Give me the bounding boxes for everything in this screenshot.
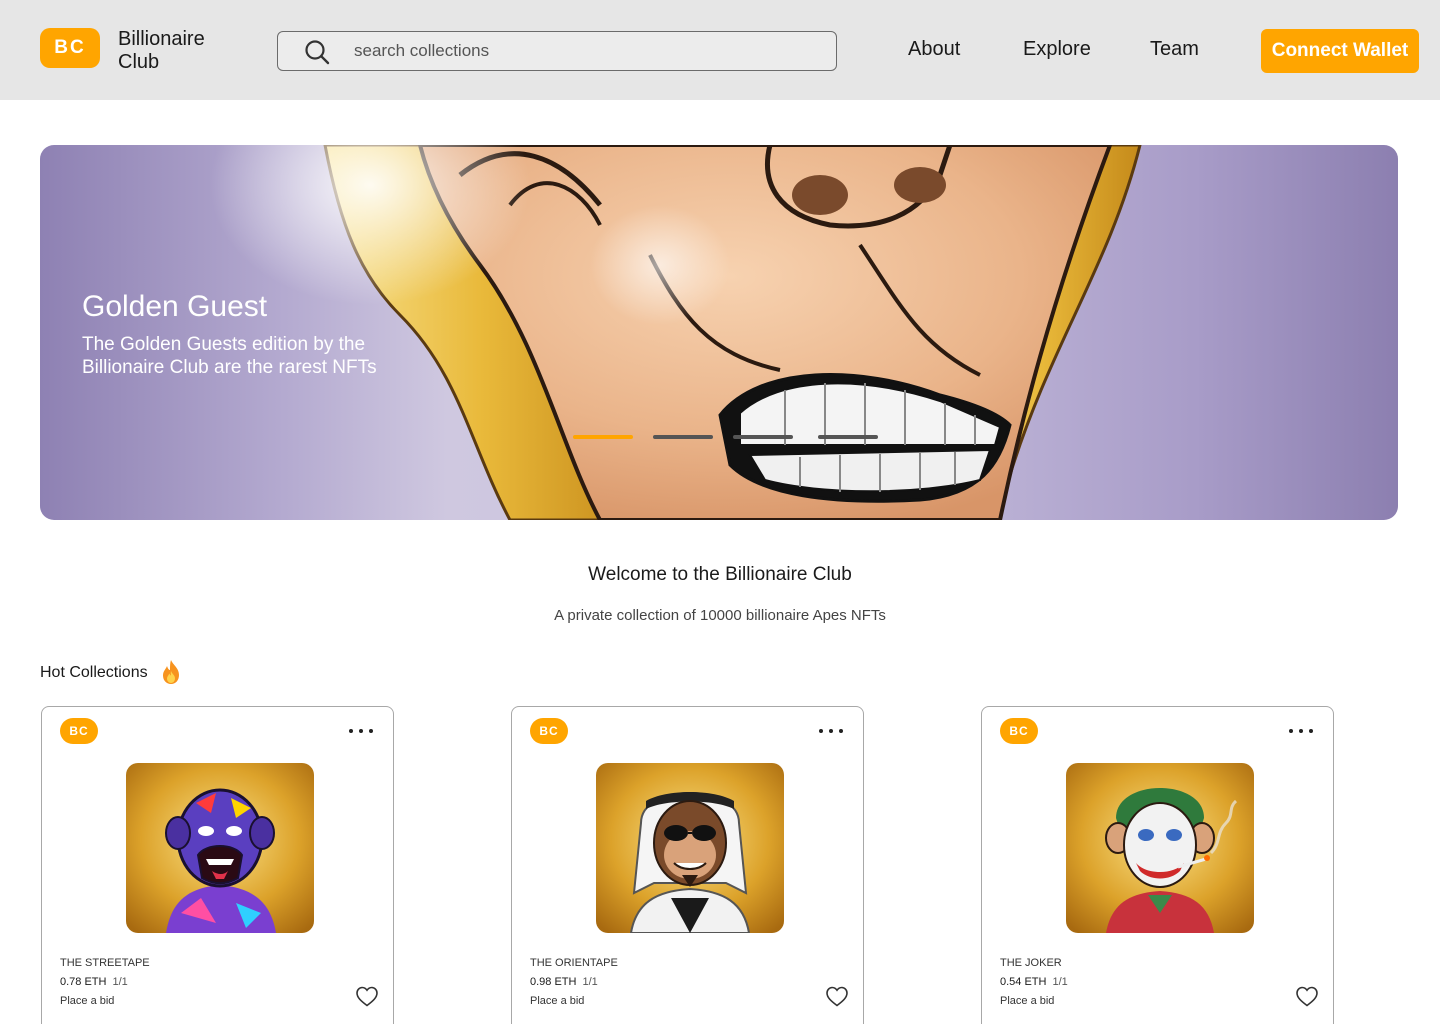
card-badge: BC — [1000, 718, 1038, 744]
card-edition: 1/1 — [1052, 976, 1068, 988]
card-price-row: 0.54 ETH 1/1 — [1000, 976, 1068, 988]
search-icon — [305, 40, 330, 65]
card-edition: 1/1 — [112, 976, 128, 988]
card-badge: BC — [530, 718, 568, 744]
card-price: 0.98 ETH — [530, 976, 577, 988]
carousel-dot-3[interactable] — [733, 435, 793, 439]
more-options-icon[interactable] — [819, 721, 843, 741]
brand-logo[interactable]: BC — [40, 28, 100, 68]
more-options-icon[interactable] — [349, 721, 373, 741]
nft-card[interactable]: BC THE ORIENTAPE 0.98 ETH 1/1 Place a bid — [511, 706, 864, 1024]
nav-team[interactable]: Team — [1150, 38, 1199, 61]
carousel-dot-4[interactable] — [818, 435, 878, 439]
nav-about[interactable]: About — [908, 38, 960, 61]
card-edition: 1/1 — [582, 976, 598, 988]
card-badge: BC — [60, 718, 98, 744]
more-options-icon[interactable] — [1289, 721, 1313, 741]
card-title: THE STREETAPE — [60, 957, 150, 969]
welcome-title: Welcome to the Billionaire Club — [588, 564, 852, 585]
card-title: THE JOKER — [1000, 957, 1062, 969]
heart-icon[interactable] — [1295, 985, 1319, 1007]
card-price: 0.54 ETH — [1000, 976, 1047, 988]
nav-explore[interactable]: Explore — [1023, 38, 1091, 61]
search-input[interactable] — [354, 32, 814, 70]
nft-image-orientape — [596, 763, 784, 933]
fire-icon — [163, 660, 179, 684]
hero-subtitle: The Golden Guests edition by the Billion… — [82, 334, 377, 378]
nft-card[interactable]: BC THE STREETAPE 0.78 ETH 1/1 Place a bid — [41, 706, 394, 1024]
connect-wallet-button[interactable]: Connect Wallet — [1261, 29, 1419, 73]
card-price-row: 0.78 ETH 1/1 — [60, 976, 128, 988]
brand-name: Billionaire Club — [118, 28, 205, 73]
search-bar[interactable] — [277, 31, 837, 71]
nft-image-streetape — [126, 763, 314, 933]
heart-icon[interactable] — [355, 985, 379, 1007]
welcome-subtitle: A private collection of 10000 billionair… — [554, 607, 886, 624]
hot-collections-heading: Hot Collections — [40, 664, 148, 681]
heart-icon[interactable] — [825, 985, 849, 1007]
top-header: BC Billionaire Club About Explore Team C… — [0, 0, 1440, 100]
place-bid-link[interactable]: Place a bid — [530, 995, 584, 1007]
place-bid-link[interactable]: Place a bid — [1000, 995, 1054, 1007]
place-bid-link[interactable]: Place a bid — [60, 995, 114, 1007]
card-title: THE ORIENTAPE — [530, 957, 618, 969]
carousel-dot-2[interactable] — [653, 435, 713, 439]
nft-image-joker — [1066, 763, 1254, 933]
card-price-row: 0.98 ETH 1/1 — [530, 976, 598, 988]
hero-banner[interactable]: Golden Guest The Golden Guests edition b… — [40, 145, 1398, 520]
carousel-dot-1[interactable] — [573, 435, 633, 439]
card-price: 0.78 ETH — [60, 976, 107, 988]
nft-card[interactable]: BC THE JOKER 0.54 ETH 1/1 Place a bid — [981, 706, 1334, 1024]
hero-title: Golden Guest — [82, 290, 268, 323]
brand-logo-text: BC — [54, 37, 86, 58]
